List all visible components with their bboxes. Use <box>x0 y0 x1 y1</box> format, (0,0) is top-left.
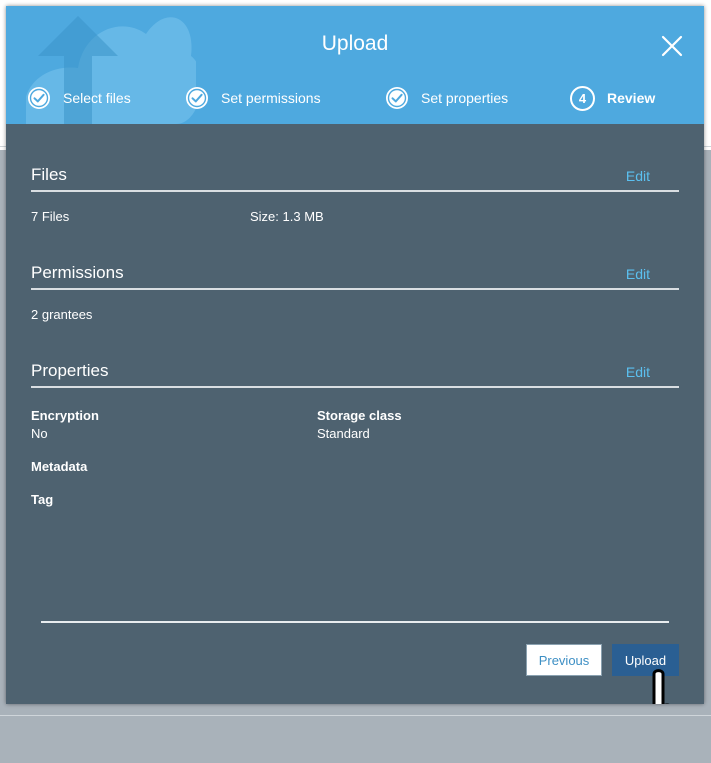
check-circle-icon <box>28 87 50 109</box>
hand-pointer-icon <box>652 669 670 704</box>
properties-edit-link[interactable]: Edit <box>626 364 650 380</box>
close-icon[interactable] <box>660 34 684 58</box>
step-set-permissions[interactable]: Set permissions <box>185 84 321 112</box>
dialog-header: Upload Select files Set permissions Set … <box>6 6 704 124</box>
encryption-label: Encryption <box>31 408 99 423</box>
wizard-steps: Select files Set permissions Set propert… <box>6 84 704 112</box>
step-label: Set permissions <box>221 90 321 106</box>
files-edit-link[interactable]: Edit <box>626 168 650 184</box>
step-label: Review <box>607 90 656 106</box>
section-title: Properties <box>31 361 109 380</box>
metadata-label: Metadata <box>31 459 88 474</box>
encryption-value: No <box>31 426 48 441</box>
check-circle-icon <box>386 87 408 109</box>
section-title: Permissions <box>31 263 124 282</box>
page-background-divider <box>0 715 711 716</box>
storage-class-label: Storage class <box>317 408 402 423</box>
tag-label: Tag <box>31 492 54 507</box>
upload-dialog: Upload Select files Set permissions Set … <box>6 6 704 704</box>
storage-class-value: Standard <box>317 426 370 441</box>
review-content: Files Edit 7 Files Size: 1.3 MB Permissi… <box>31 124 679 527</box>
section-title: Files <box>31 165 67 184</box>
step-label: Set properties <box>421 90 509 106</box>
previous-button[interactable]: Previous <box>526 644 602 676</box>
files-section-header: Files Edit <box>31 124 679 192</box>
properties-section-header: Properties Edit <box>31 320 679 388</box>
permissions-edit-link[interactable]: Edit <box>626 266 650 282</box>
step-set-properties[interactable]: Set properties <box>385 84 508 112</box>
permissions-summary-row: 2 grantees <box>31 289 679 322</box>
check-circle-icon <box>186 87 208 109</box>
step-label: Select files <box>63 90 131 106</box>
permissions-section-header: Permissions Edit <box>31 222 679 290</box>
step-number: 4 <box>570 85 595 111</box>
dialog-title: Upload <box>321 32 389 55</box>
files-summary-row: 7 Files Size: 1.3 MB <box>31 191 679 224</box>
step-review[interactable]: 4 Review <box>570 84 655 112</box>
properties-summary: Encryption No Storage class Standard Met… <box>31 387 679 527</box>
step-select-files[interactable]: Select files <box>27 84 131 112</box>
footer-divider <box>41 621 669 623</box>
